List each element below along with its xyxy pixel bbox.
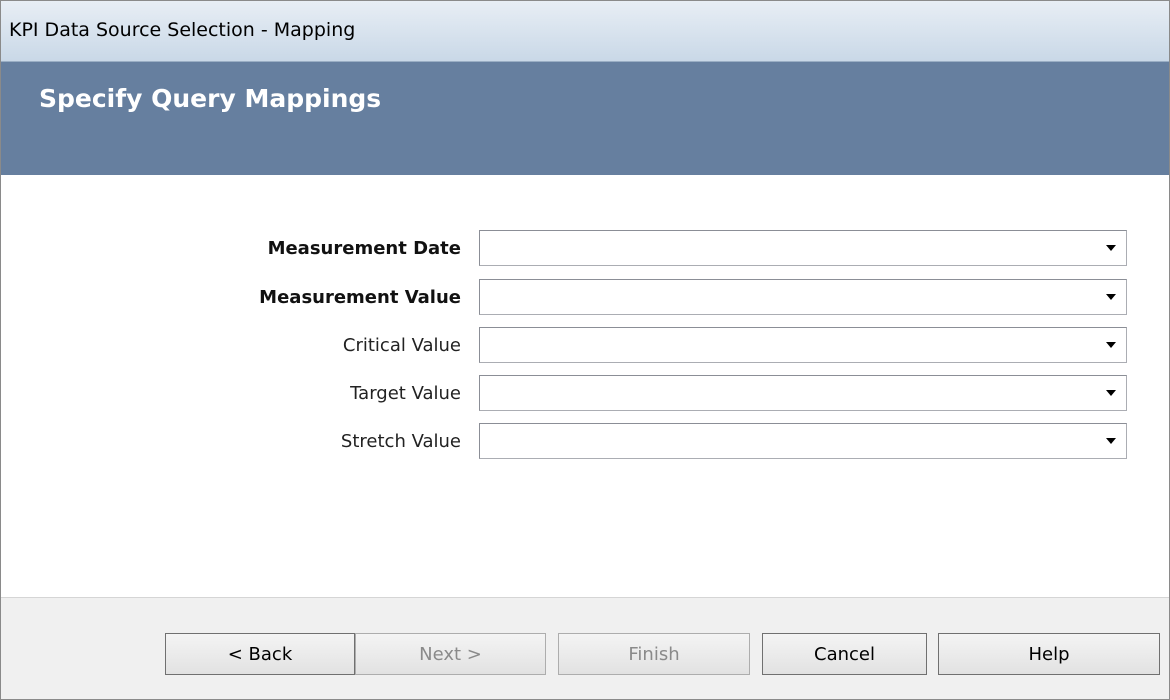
field-row-stretch-value: Stretch Value xyxy=(1,423,1169,463)
mapping-form: Measurement Date Measurement Value Criti… xyxy=(1,175,1169,595)
help-button[interactable]: Help xyxy=(938,633,1160,675)
chevron-down-icon[interactable] xyxy=(1100,285,1122,309)
chevron-down-icon[interactable] xyxy=(1100,333,1122,357)
button-bar: < Back Next > Finish Cancel Help xyxy=(1,597,1169,699)
chevron-down-icon[interactable] xyxy=(1100,236,1122,260)
field-row-critical-value: Critical Value xyxy=(1,327,1169,367)
target-value-dropdown[interactable] xyxy=(479,375,1127,411)
chevron-down-icon[interactable] xyxy=(1100,381,1122,405)
field-row-measurement-value: Measurement Value xyxy=(1,279,1169,319)
measurement-value-dropdown[interactable] xyxy=(479,279,1127,315)
back-button[interactable]: < Back xyxy=(165,633,355,675)
stretch-value-dropdown[interactable] xyxy=(479,423,1127,459)
next-button[interactable]: Next > xyxy=(355,633,546,675)
wizard-header: Specify Query Mappings xyxy=(1,62,1169,175)
field-row-target-value: Target Value xyxy=(1,375,1169,415)
measurement-date-label: Measurement Date xyxy=(267,238,461,259)
critical-value-dropdown[interactable] xyxy=(479,327,1127,363)
stretch-value-label: Stretch Value xyxy=(340,431,461,452)
target-value-label: Target Value xyxy=(350,383,461,404)
page-heading: Specify Query Mappings xyxy=(39,84,382,113)
window-title: KPI Data Source Selection - Mapping xyxy=(9,19,356,41)
cancel-button[interactable]: Cancel xyxy=(762,633,927,675)
title-bar[interactable]: KPI Data Source Selection - Mapping xyxy=(1,1,1169,62)
field-row-measurement-date: Measurement Date xyxy=(1,230,1169,270)
dialog-window: KPI Data Source Selection - Mapping Spec… xyxy=(0,0,1170,700)
critical-value-label: Critical Value xyxy=(342,335,461,356)
finish-button[interactable]: Finish xyxy=(558,633,750,675)
chevron-down-icon[interactable] xyxy=(1100,429,1122,453)
measurement-value-label: Measurement Value xyxy=(259,287,461,308)
measurement-date-dropdown[interactable] xyxy=(479,230,1127,266)
